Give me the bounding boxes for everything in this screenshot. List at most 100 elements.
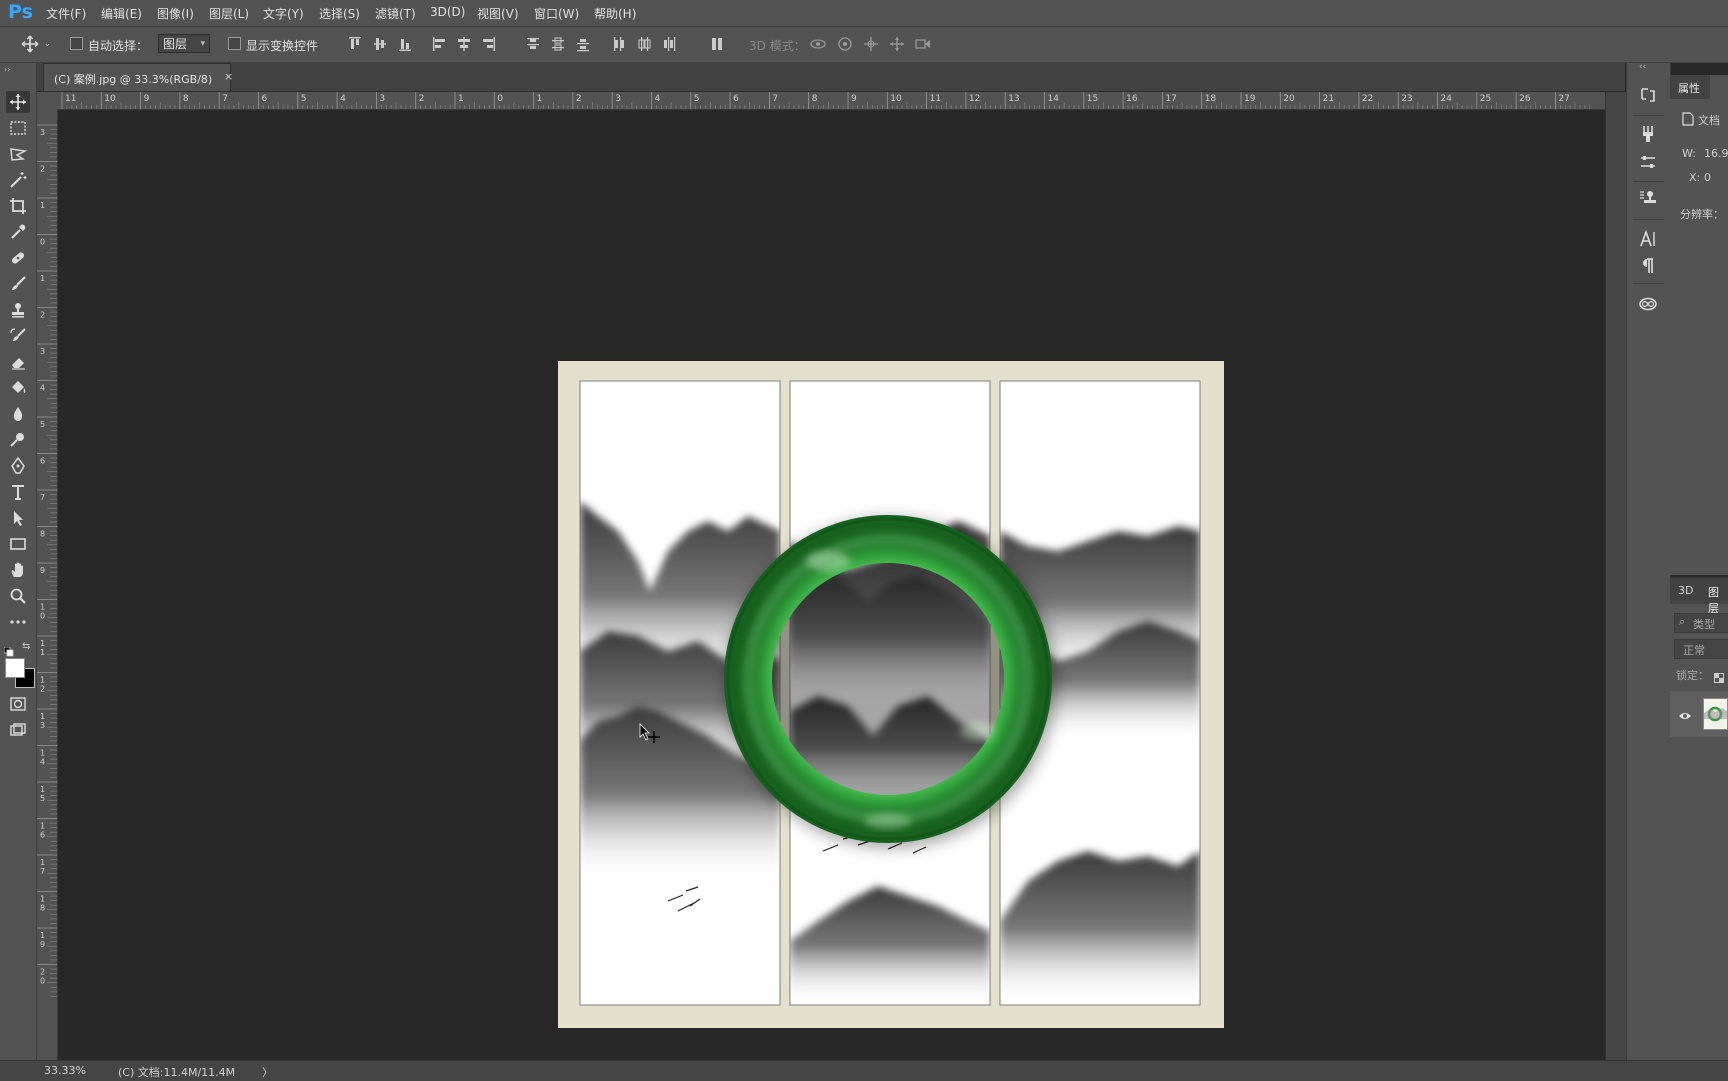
dodge-icon[interactable] <box>6 429 30 451</box>
eyedropper-icon[interactable] <box>6 221 30 243</box>
rectangle-icon[interactable] <box>6 533 30 555</box>
menu-filter[interactable]: 滤镜(T) <box>375 5 416 22</box>
more-tools-icon[interactable] <box>6 611 30 633</box>
character-icon[interactable] <box>1637 228 1659 250</box>
swap-colors-icon[interactable]: ⇆ <box>22 641 30 652</box>
ruler-label: 11 <box>65 94 76 104</box>
path-select-icon[interactable] <box>6 507 30 529</box>
blend-mode-dropdown[interactable]: 正常 <box>1674 639 1728 659</box>
distribute-top-icon[interactable] <box>526 36 540 52</box>
lock-transparency-icon[interactable] <box>1714 668 1724 683</box>
layer-thumbnail[interactable] <box>1703 698 1728 730</box>
paragraph-icon[interactable] <box>1637 255 1659 277</box>
menu-type[interactable]: 文字(Y) <box>263 5 304 22</box>
distribute-hcenter-icon[interactable] <box>637 36 651 52</box>
roll-3d-icon[interactable] <box>836 36 854 52</box>
drag-3d-icon[interactable] <box>862 36 880 52</box>
healing-brush-icon[interactable] <box>6 247 30 269</box>
align-top-icon[interactable] <box>348 36 362 52</box>
pen-icon[interactable] <box>6 455 30 477</box>
rotate-3d-icon[interactable] <box>809 36 827 52</box>
menu-window[interactable]: 窗口(W) <box>534 5 579 22</box>
menu-select[interactable]: 选择(S) <box>319 5 360 22</box>
scale-3d-icon[interactable] <box>914 36 932 52</box>
x-value[interactable]: 0 <box>1704 171 1711 184</box>
vertical-scrollbar[interactable] <box>1605 92 1626 1060</box>
menu-help[interactable]: 帮助(H) <box>594 5 636 22</box>
status-menu-arrow[interactable]: 〉 <box>262 1064 273 1080</box>
width-value[interactable]: 16.9 <box>1704 147 1728 160</box>
ruler-label: 15 <box>1087 94 1098 104</box>
align-right-icon[interactable] <box>482 36 496 52</box>
distribute-right-icon[interactable] <box>662 36 676 52</box>
default-colors-icon[interactable] <box>3 642 14 657</box>
ruler-label: 7 <box>222 94 228 104</box>
distribute-vcenter-icon[interactable] <box>551 36 565 52</box>
eye-icon[interactable] <box>1678 706 1692 719</box>
brush-icon[interactable] <box>6 273 30 295</box>
align-bottom-icon[interactable] <box>398 36 412 52</box>
document-tab[interactable]: (C) 案例.jpg @ 33.3%(RGB/8) × <box>43 63 233 91</box>
document-tab-bar: (C) 案例.jpg @ 33.3%(RGB/8) × <box>37 63 1625 92</box>
auto-select-checkbox[interactable] <box>70 37 83 50</box>
lasso-icon[interactable] <box>6 143 30 165</box>
move-tool-preset-icon[interactable] <box>20 35 40 53</box>
distribute-bottom-icon[interactable] <box>576 36 590 52</box>
panel-dock: ‹‹ <box>1626 62 1671 1060</box>
hand-icon[interactable] <box>6 559 30 581</box>
collapse-dock-icon[interactable]: ‹‹ <box>1639 62 1646 72</box>
clone-stamp-icon[interactable] <box>6 299 30 321</box>
foreground-color-swatch[interactable] <box>5 658 25 678</box>
align-vcenter-icon[interactable] <box>373 36 387 52</box>
artwork-frame[interactable] <box>558 361 1224 1028</box>
creative-cloud-icon[interactable] <box>1637 292 1659 314</box>
menu-3d[interactable]: 3D(D) <box>430 5 465 19</box>
menu-view[interactable]: 视图(V) <box>477 5 519 22</box>
ruler-origin[interactable] <box>37 92 57 109</box>
auto-select-dropdown[interactable]: 图层 ▾ <box>158 34 210 53</box>
crop-icon[interactable] <box>6 195 30 217</box>
menu-file[interactable]: 文件(F) <box>46 5 86 22</box>
dock-separator <box>1633 115 1664 116</box>
brush-settings-icon[interactable] <box>1637 123 1659 145</box>
chevron-down-icon[interactable]: ⌄ <box>44 39 51 48</box>
type-icon[interactable] <box>6 481 30 503</box>
magic-wand-icon[interactable] <box>6 169 30 191</box>
properties-tab[interactable]: 属性 <box>1670 75 1710 99</box>
eraser-icon[interactable] <box>6 351 30 373</box>
move-icon[interactable] <box>6 91 30 113</box>
move-cursor-icon <box>639 723 661 745</box>
ruler-label: 1 <box>40 274 45 283</box>
tab-3d[interactable]: 3D <box>1678 584 1693 597</box>
screen-mode-icon[interactable] <box>6 719 30 741</box>
collapse-toolbar-icon[interactable]: ›› <box>4 65 10 74</box>
ruler-label: 6 <box>262 94 268 104</box>
horizontal-ruler[interactable]: 11 10 9 8 7 6 5 4 3 2 1 0 1 2 3 4 5 6 7 8 9 10 11 12 13 14 15 16 17 1… <box>57 92 1605 110</box>
auto-align-icon[interactable] <box>710 36 724 52</box>
distribute-left-icon[interactable] <box>612 36 626 52</box>
adjustments-icon[interactable] <box>1637 151 1659 173</box>
zoom-level[interactable]: 33.33% <box>44 1064 86 1077</box>
show-transform-checkbox[interactable] <box>228 37 241 50</box>
history-brush-icon[interactable] <box>6 325 30 347</box>
close-icon[interactable]: × <box>224 70 233 83</box>
ruler-label: 8 <box>40 530 45 539</box>
blur-icon[interactable] <box>6 403 30 425</box>
slide-3d-icon[interactable] <box>888 36 906 52</box>
marquee-icon[interactable] <box>6 117 30 139</box>
quick-mask-icon[interactable] <box>6 693 30 715</box>
paint-bucket-icon[interactable] <box>6 377 30 399</box>
vertical-ruler[interactable]: 32101234567891011121314151617181920 <box>37 109 58 1060</box>
align-hcenter-icon[interactable] <box>457 36 471 52</box>
history-icon[interactable] <box>1637 84 1659 106</box>
menu-layer[interactable]: 图层(L) <box>209 5 249 22</box>
zoom-icon[interactable] <box>6 585 30 607</box>
clone-source-icon[interactable] <box>1637 187 1659 209</box>
tab-layers[interactable]: 图层 <box>1708 584 1728 616</box>
align-left-icon[interactable] <box>432 36 446 52</box>
document-canvas[interactable] <box>58 110 1604 1060</box>
layer-filter-input[interactable]: ⌕ 类型 <box>1674 613 1728 633</box>
ruler-label: 8 <box>40 904 45 913</box>
menu-image[interactable]: 图像(I) <box>157 5 194 22</box>
menu-edit[interactable]: 编辑(E) <box>101 5 142 22</box>
